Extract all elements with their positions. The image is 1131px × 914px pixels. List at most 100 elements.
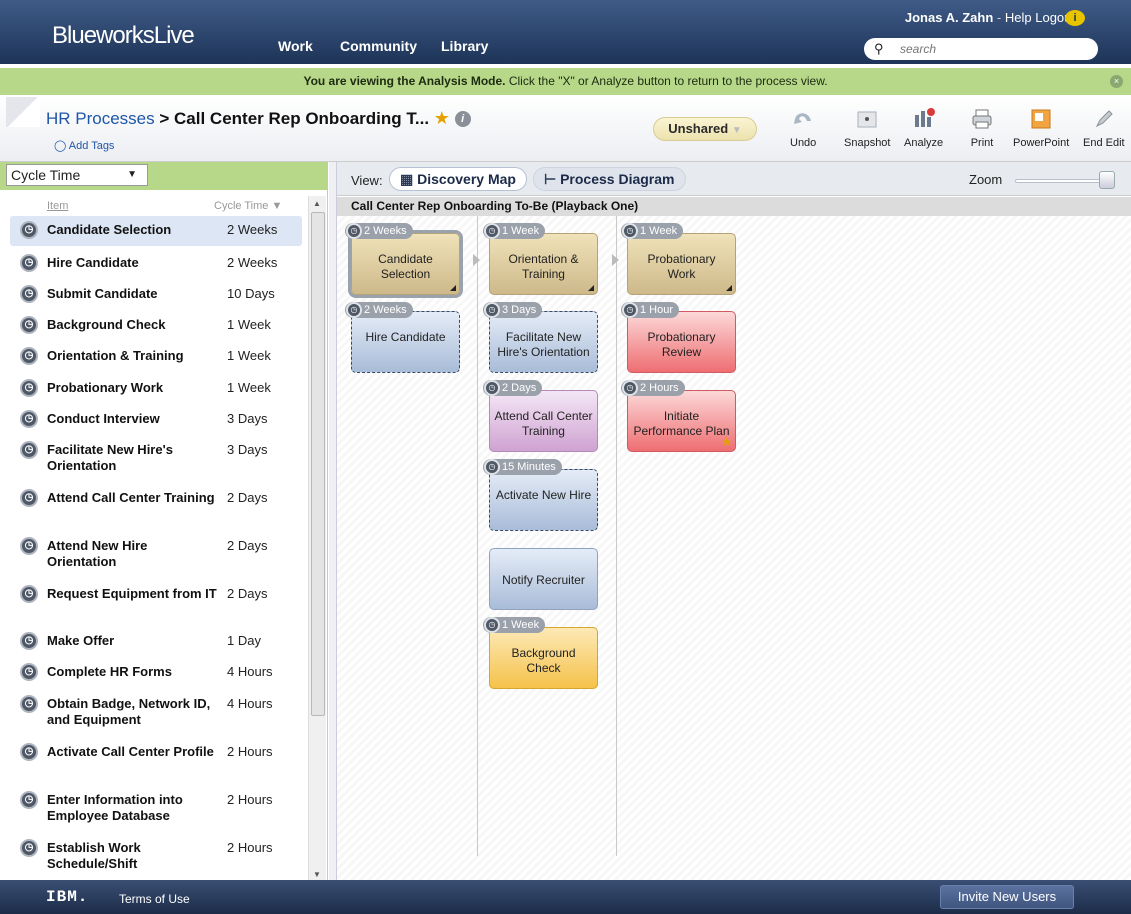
search-box[interactable]: ⚲ <box>864 38 1098 60</box>
activity-card[interactable]: Attend Call Center Training <box>489 390 598 452</box>
powerpoint-icon <box>1031 109 1051 129</box>
column-header-item[interactable]: Item <box>47 200 68 212</box>
list-item[interactable]: ◷ Attend Call Center Training 2 Days <box>10 483 302 507</box>
close-icon[interactable]: × <box>1110 75 1123 88</box>
app-logo[interactable]: BlueworksLive <box>52 22 195 50</box>
user-separator: - <box>996 10 1002 25</box>
activity-label: Candidate Selection <box>378 252 433 281</box>
column-divider <box>616 216 617 856</box>
clock-icon: ◷ <box>622 302 638 318</box>
clock-icon: ◷ <box>622 380 638 396</box>
activity-card[interactable]: Activate New Hire <box>489 469 598 531</box>
list-item[interactable]: ◷ Probationary Work 1 Week <box>10 373 302 397</box>
cycle-time-badge-label: 2 Days <box>502 382 537 394</box>
powerpoint-button[interactable]: PowerPoint <box>1013 107 1069 149</box>
list-item-name: Obtain Badge, Network ID, and Equipment <box>47 696 211 727</box>
clock-icon: ◷ <box>20 632 38 650</box>
add-tags-link[interactable]: ◯ Add Tags <box>54 139 114 152</box>
clock-icon: ◷ <box>484 459 500 475</box>
list-item-cycle-time: 2 Days <box>227 586 268 601</box>
list-item-name: Background Check <box>47 317 166 332</box>
metric-select[interactable]: Cycle Time ▼ <box>6 164 148 186</box>
activity-card[interactable]: Background Check <box>489 627 598 689</box>
list-item-cycle-time: 2 Weeks <box>227 222 278 237</box>
list-item[interactable]: ◷ Hire Candidate 2 Weeks <box>10 248 302 272</box>
list-item-cycle-time: 3 Days <box>227 411 268 426</box>
list-item[interactable]: ◷ Candidate Selection 2 Weeks <box>10 216 302 246</box>
activity-card[interactable]: Notify Recruiter <box>489 548 598 610</box>
list-item[interactable]: ◷ Obtain Badge, Network ID, and Equipment… <box>10 689 302 727</box>
list-item[interactable]: ◷ Establish Work Schedule/Shift 2 Hours <box>10 833 302 871</box>
zoom-slider-track[interactable] <box>1015 179 1109 183</box>
list-item[interactable]: ◷ Complete HR Forms 4 Hours <box>10 657 302 681</box>
list-item[interactable]: ◷ Request Equipment from IT 2 Days <box>10 579 302 603</box>
activity-card[interactable]: Orientation & Training <box>489 233 598 295</box>
activity-card[interactable]: Hire Candidate <box>351 311 460 373</box>
list-item[interactable]: ◷ Activate Call Center Profile 2 Hours <box>10 737 302 761</box>
activity-card[interactable]: Candidate Selection <box>348 230 463 298</box>
cycle-time-badge: ◷ 2 Weeks <box>345 223 413 239</box>
favorite-star-icon[interactable]: ★ <box>434 108 450 128</box>
column-header-cycle-time[interactable]: Cycle Time ▼ <box>214 200 282 212</box>
list-item[interactable]: ◷ Conduct Interview 3 Days <box>10 404 302 428</box>
list-item[interactable]: ◷ Facilitate New Hire's Orientation 3 Days <box>10 435 302 473</box>
cycle-time-badge-label: 1 Week <box>502 225 540 237</box>
list-item[interactable]: ◷ Enter Information into Employee Databas… <box>10 785 302 823</box>
list-item[interactable]: ◷ Background Check 1 Week <box>10 310 302 334</box>
analyze-icon <box>914 108 935 127</box>
list-item-cycle-time: 1 Week <box>227 380 271 395</box>
activity-card[interactable]: Probationary Work <box>627 233 736 295</box>
undo-button[interactable]: Undo <box>790 107 816 149</box>
cycle-time-badge-label: 2 Weeks <box>364 304 407 316</box>
search-input[interactable] <box>900 41 1080 57</box>
scrollbar-thumb[interactable] <box>311 212 325 716</box>
scroll-up-icon[interactable]: ▲ <box>313 199 321 208</box>
tab-process-diagram[interactable]: ⊢ Process Diagram <box>533 167 686 191</box>
activity-card[interactable]: Facilitate New Hire's Orientation <box>489 311 598 373</box>
tab-discovery-map[interactable]: ▦ Discovery Map <box>389 167 527 191</box>
list-item-name: Complete HR Forms <box>47 664 172 679</box>
end-edit-button[interactable]: End Edit <box>1083 107 1125 149</box>
share-status-dropdown[interactable]: Unshared ▼ <box>653 117 757 141</box>
clock-icon: ◷ <box>20 221 38 239</box>
panel-splitter[interactable] <box>329 162 337 880</box>
terms-link[interactable]: Terms of Use <box>119 892 190 906</box>
clock-icon: ◷ <box>484 223 500 239</box>
invite-users-button[interactable]: Invite New Users <box>940 885 1074 909</box>
process-titlebar: HR Processes > Call Center Rep Onboardin… <box>0 95 1131 162</box>
clock-icon: ◷ <box>484 380 500 396</box>
list-item-cycle-time: 3 Days <box>227 442 268 457</box>
activity-label: Orientation & Training <box>508 252 579 281</box>
list-item[interactable]: ◷ Attend New Hire Orientation 2 Days <box>10 531 302 569</box>
clock-icon: ◷ <box>346 223 362 239</box>
nav-work[interactable]: Work <box>278 38 313 54</box>
activity-card[interactable]: Initiate Performance Plan ★ <box>627 390 736 452</box>
cycle-time-badge-label: 1 Week <box>502 619 540 631</box>
flow-arrow-icon <box>612 254 619 266</box>
snapshot-button[interactable]: Snapshot <box>844 107 890 149</box>
info-icon[interactable]: i <box>454 111 471 127</box>
cycle-time-badge: ◷ 2 Days <box>483 380 543 396</box>
zoom-slider-handle[interactable] <box>1099 171 1115 189</box>
search-icon: ⚲ <box>874 41 884 56</box>
list-item[interactable]: ◷ Make Offer 1 Day <box>10 626 302 650</box>
list-item[interactable]: ◷ Submit Candidate 10 Days <box>10 279 302 303</box>
print-button[interactable]: Print <box>970 107 994 149</box>
analyze-button[interactable]: Analyze <box>904 107 943 149</box>
nav-library[interactable]: Library <box>441 38 488 54</box>
ibm-logo: IBM. <box>46 888 89 906</box>
clock-icon: ◷ <box>484 617 500 633</box>
help-link[interactable]: Help <box>1005 10 1032 25</box>
scroll-down-icon[interactable]: ▼ <box>313 870 321 879</box>
user-name[interactable]: Jonas A. Zahn <box>905 10 993 25</box>
list-item-cycle-time: 1 Week <box>227 348 271 363</box>
discovery-map-icon: ▦ <box>400 171 418 187</box>
notification-icon[interactable]: i <box>1065 10 1085 26</box>
activity-card[interactable]: Probationary Review <box>627 311 736 373</box>
clock-icon: ◷ <box>20 441 38 459</box>
list-item[interactable]: ◷ Orientation & Training 1 Week <box>10 341 302 365</box>
breadcrumb-hr-processes[interactable]: HR Processes <box>46 109 155 128</box>
list-item-name: Activate Call Center Profile <box>47 744 214 759</box>
list-scrollbar[interactable]: ▲ ▼ <box>308 196 326 880</box>
nav-community[interactable]: Community <box>340 38 417 54</box>
